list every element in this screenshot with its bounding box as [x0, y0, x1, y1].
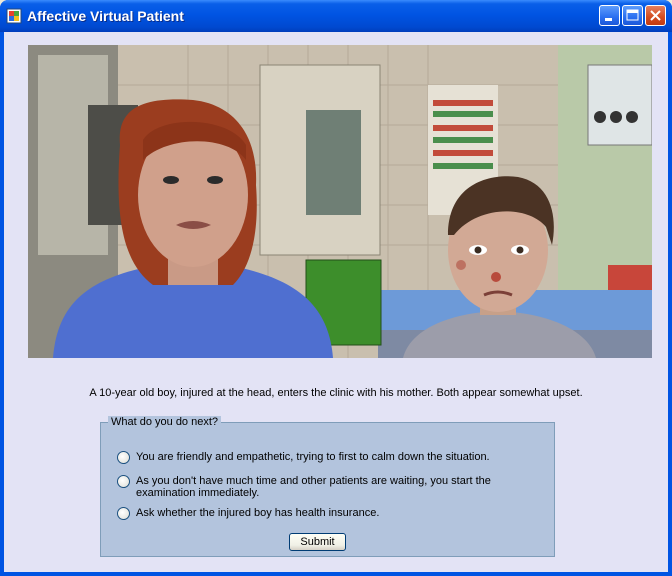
option-health-insurance[interactable]: Ask whether the injured boy has health i…	[117, 507, 496, 520]
close-button[interactable]	[645, 5, 666, 26]
window-title: Affective Virtual Patient	[27, 8, 184, 24]
submit-button[interactable]: Submit	[289, 533, 346, 551]
patient-scene-image	[28, 45, 652, 358]
radio-button-icon[interactable]	[117, 451, 130, 464]
client-area: A 10-year old boy, injured at the head, …	[4, 32, 668, 572]
scenario-description: A 10-year old boy, injured at the head, …	[89, 387, 583, 399]
minimize-button[interactable]	[599, 5, 620, 26]
question-groupbox: What do you do next? You are friendly an…	[100, 416, 555, 557]
window-border-bottom	[0, 572, 672, 576]
maximize-button[interactable]	[622, 5, 643, 26]
maximize-icon	[626, 9, 639, 21]
title-bar[interactable]: Affective Virtual Patient	[0, 0, 672, 32]
close-icon	[650, 10, 661, 21]
radio-button-icon[interactable]	[117, 475, 130, 488]
option-start-examination[interactable]: As you don't have much time and other pa…	[117, 475, 496, 499]
option-label[interactable]: As you don't have much time and other pa…	[136, 475, 496, 499]
radio-button-icon[interactable]	[117, 507, 130, 520]
window-border-right	[668, 32, 672, 576]
windows-app-icon	[6, 8, 22, 24]
option-friendly[interactable]: You are friendly and empathetic, trying …	[117, 451, 496, 464]
question-legend: What do you do next?	[108, 416, 222, 428]
option-label[interactable]: You are friendly and empathetic, trying …	[136, 451, 496, 463]
app-window: Affective Virtual Patient A 10-year old …	[0, 0, 672, 576]
option-label[interactable]: Ask whether the injured boy has health i…	[136, 507, 496, 519]
minimize-icon	[605, 18, 612, 21]
